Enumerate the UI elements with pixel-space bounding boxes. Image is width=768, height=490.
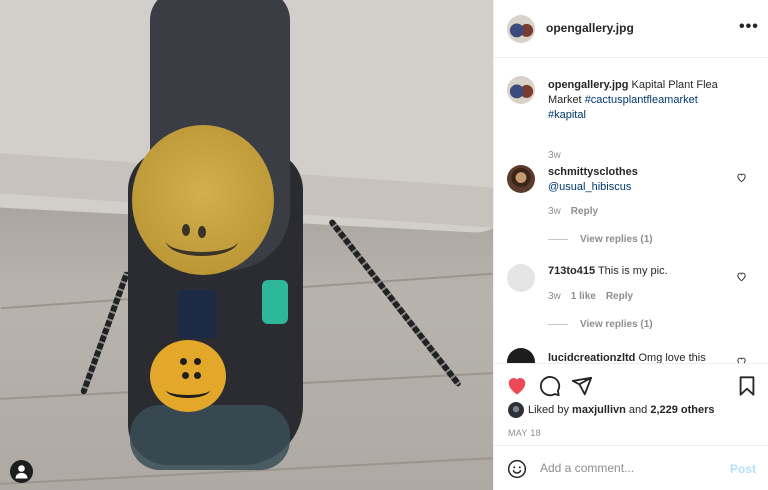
- post-photo[interactable]: [0, 0, 493, 490]
- comment-text: This is my pic.: [597, 265, 668, 277]
- share-icon[interactable]: [571, 375, 593, 397]
- comment-item: schmittysclothes @usual_hibiscus 3w Reply …: [494, 162, 768, 252]
- comment-username[interactable]: schmittysclothes: [548, 166, 638, 178]
- comment-text: Omg love this: [638, 352, 706, 363]
- shoelace-right: [327, 218, 463, 388]
- more-horizontal-icon[interactable]: •••: [739, 19, 759, 35]
- timestamp[interactable]: 3w: [548, 150, 561, 161]
- comments-list: opengallery.jpg Kapital Plant Flea Marke…: [494, 58, 768, 363]
- reply-button[interactable]: Reply: [571, 206, 598, 217]
- hashtag-link[interactable]: #cactusplantfleamarket: [585, 94, 698, 106]
- comment-body: schmittysclothes @usual_hibiscus: [548, 165, 738, 195]
- post-button[interactable]: Post: [730, 462, 756, 476]
- likes-count[interactable]: 1 like: [571, 291, 596, 302]
- comment-item: 713to415 This is my pic. 3w 1 like Reply V…: [494, 261, 768, 351]
- add-comment-bar: Post: [494, 445, 768, 490]
- heart-filled-icon[interactable]: [506, 375, 528, 397]
- bookmark-icon[interactable]: [736, 375, 758, 397]
- sock-smile: [166, 226, 238, 256]
- post-header: opengallery.jpg •••: [494, 0, 768, 58]
- likes-summary[interactable]: Liked by maxjullivn and 2,229 others: [508, 402, 715, 418]
- view-replies-button[interactable]: View replies (1): [548, 234, 653, 245]
- shoe-teal-accent: [262, 280, 288, 324]
- tagged-user-icon[interactable]: [10, 460, 33, 483]
- comment-body: lucidcreationzltd Omg love this: [548, 351, 738, 363]
- timestamp[interactable]: 3w: [548, 206, 561, 217]
- post-actions: Liked by maxjullivn and 2,229 others MAY…: [494, 363, 768, 445]
- hashtag-link[interactable]: #kapital: [548, 109, 586, 121]
- post-sidebar: opengallery.jpg ••• opengallery.jpg Kapi…: [493, 0, 768, 490]
- comment-body: 713to415 This is my pic.: [548, 264, 738, 279]
- post-date[interactable]: MAY 18: [508, 428, 541, 438]
- comment-username[interactable]: lucidcreationzltd: [548, 352, 635, 363]
- heart-outline-icon[interactable]: [736, 356, 747, 363]
- caption-body: opengallery.jpg Kapital Plant Flea Marke…: [548, 78, 738, 123]
- comment-input[interactable]: [540, 458, 720, 478]
- avatar[interactable]: [507, 76, 535, 104]
- avatar: [508, 402, 524, 418]
- caption: opengallery.jpg Kapital Plant Flea Marke…: [494, 76, 768, 161]
- post-username[interactable]: opengallery.jpg: [546, 21, 634, 35]
- timestamp[interactable]: 3w: [548, 291, 561, 302]
- shoelace-left: [79, 270, 131, 396]
- comment-item: lucidcreationzltd Omg love this: [494, 348, 768, 363]
- emoji-icon[interactable]: [507, 459, 527, 479]
- avatar[interactable]: [507, 264, 535, 292]
- shoe-sole-graphic: [130, 405, 290, 470]
- view-replies-button[interactable]: View replies (1): [548, 319, 653, 330]
- liked-and-label: and: [628, 403, 648, 416]
- comment-icon[interactable]: [539, 375, 561, 397]
- liked-by-label: Liked by: [528, 403, 569, 416]
- caption-meta: 3w: [548, 150, 571, 161]
- comment-username[interactable]: 713to415: [548, 265, 595, 277]
- caption-username[interactable]: opengallery.jpg: [548, 79, 628, 91]
- comment-meta: 3w Reply: [548, 206, 608, 217]
- heart-outline-icon[interactable]: [736, 271, 747, 282]
- heart-outline-icon[interactable]: [736, 172, 747, 183]
- smiley-patch: [150, 340, 226, 412]
- shoe-pull-tab: [178, 290, 216, 338]
- liked-others[interactable]: 2,229 others: [650, 404, 714, 416]
- avatar[interactable]: [507, 165, 535, 193]
- avatar[interactable]: [507, 348, 535, 363]
- mention-link[interactable]: @usual_hibiscus: [548, 181, 631, 193]
- avatar[interactable]: [507, 15, 535, 43]
- reply-button[interactable]: Reply: [606, 291, 633, 302]
- liked-by-user[interactable]: maxjullivn: [572, 404, 626, 416]
- comment-meta: 3w 1 like Reply: [548, 291, 643, 302]
